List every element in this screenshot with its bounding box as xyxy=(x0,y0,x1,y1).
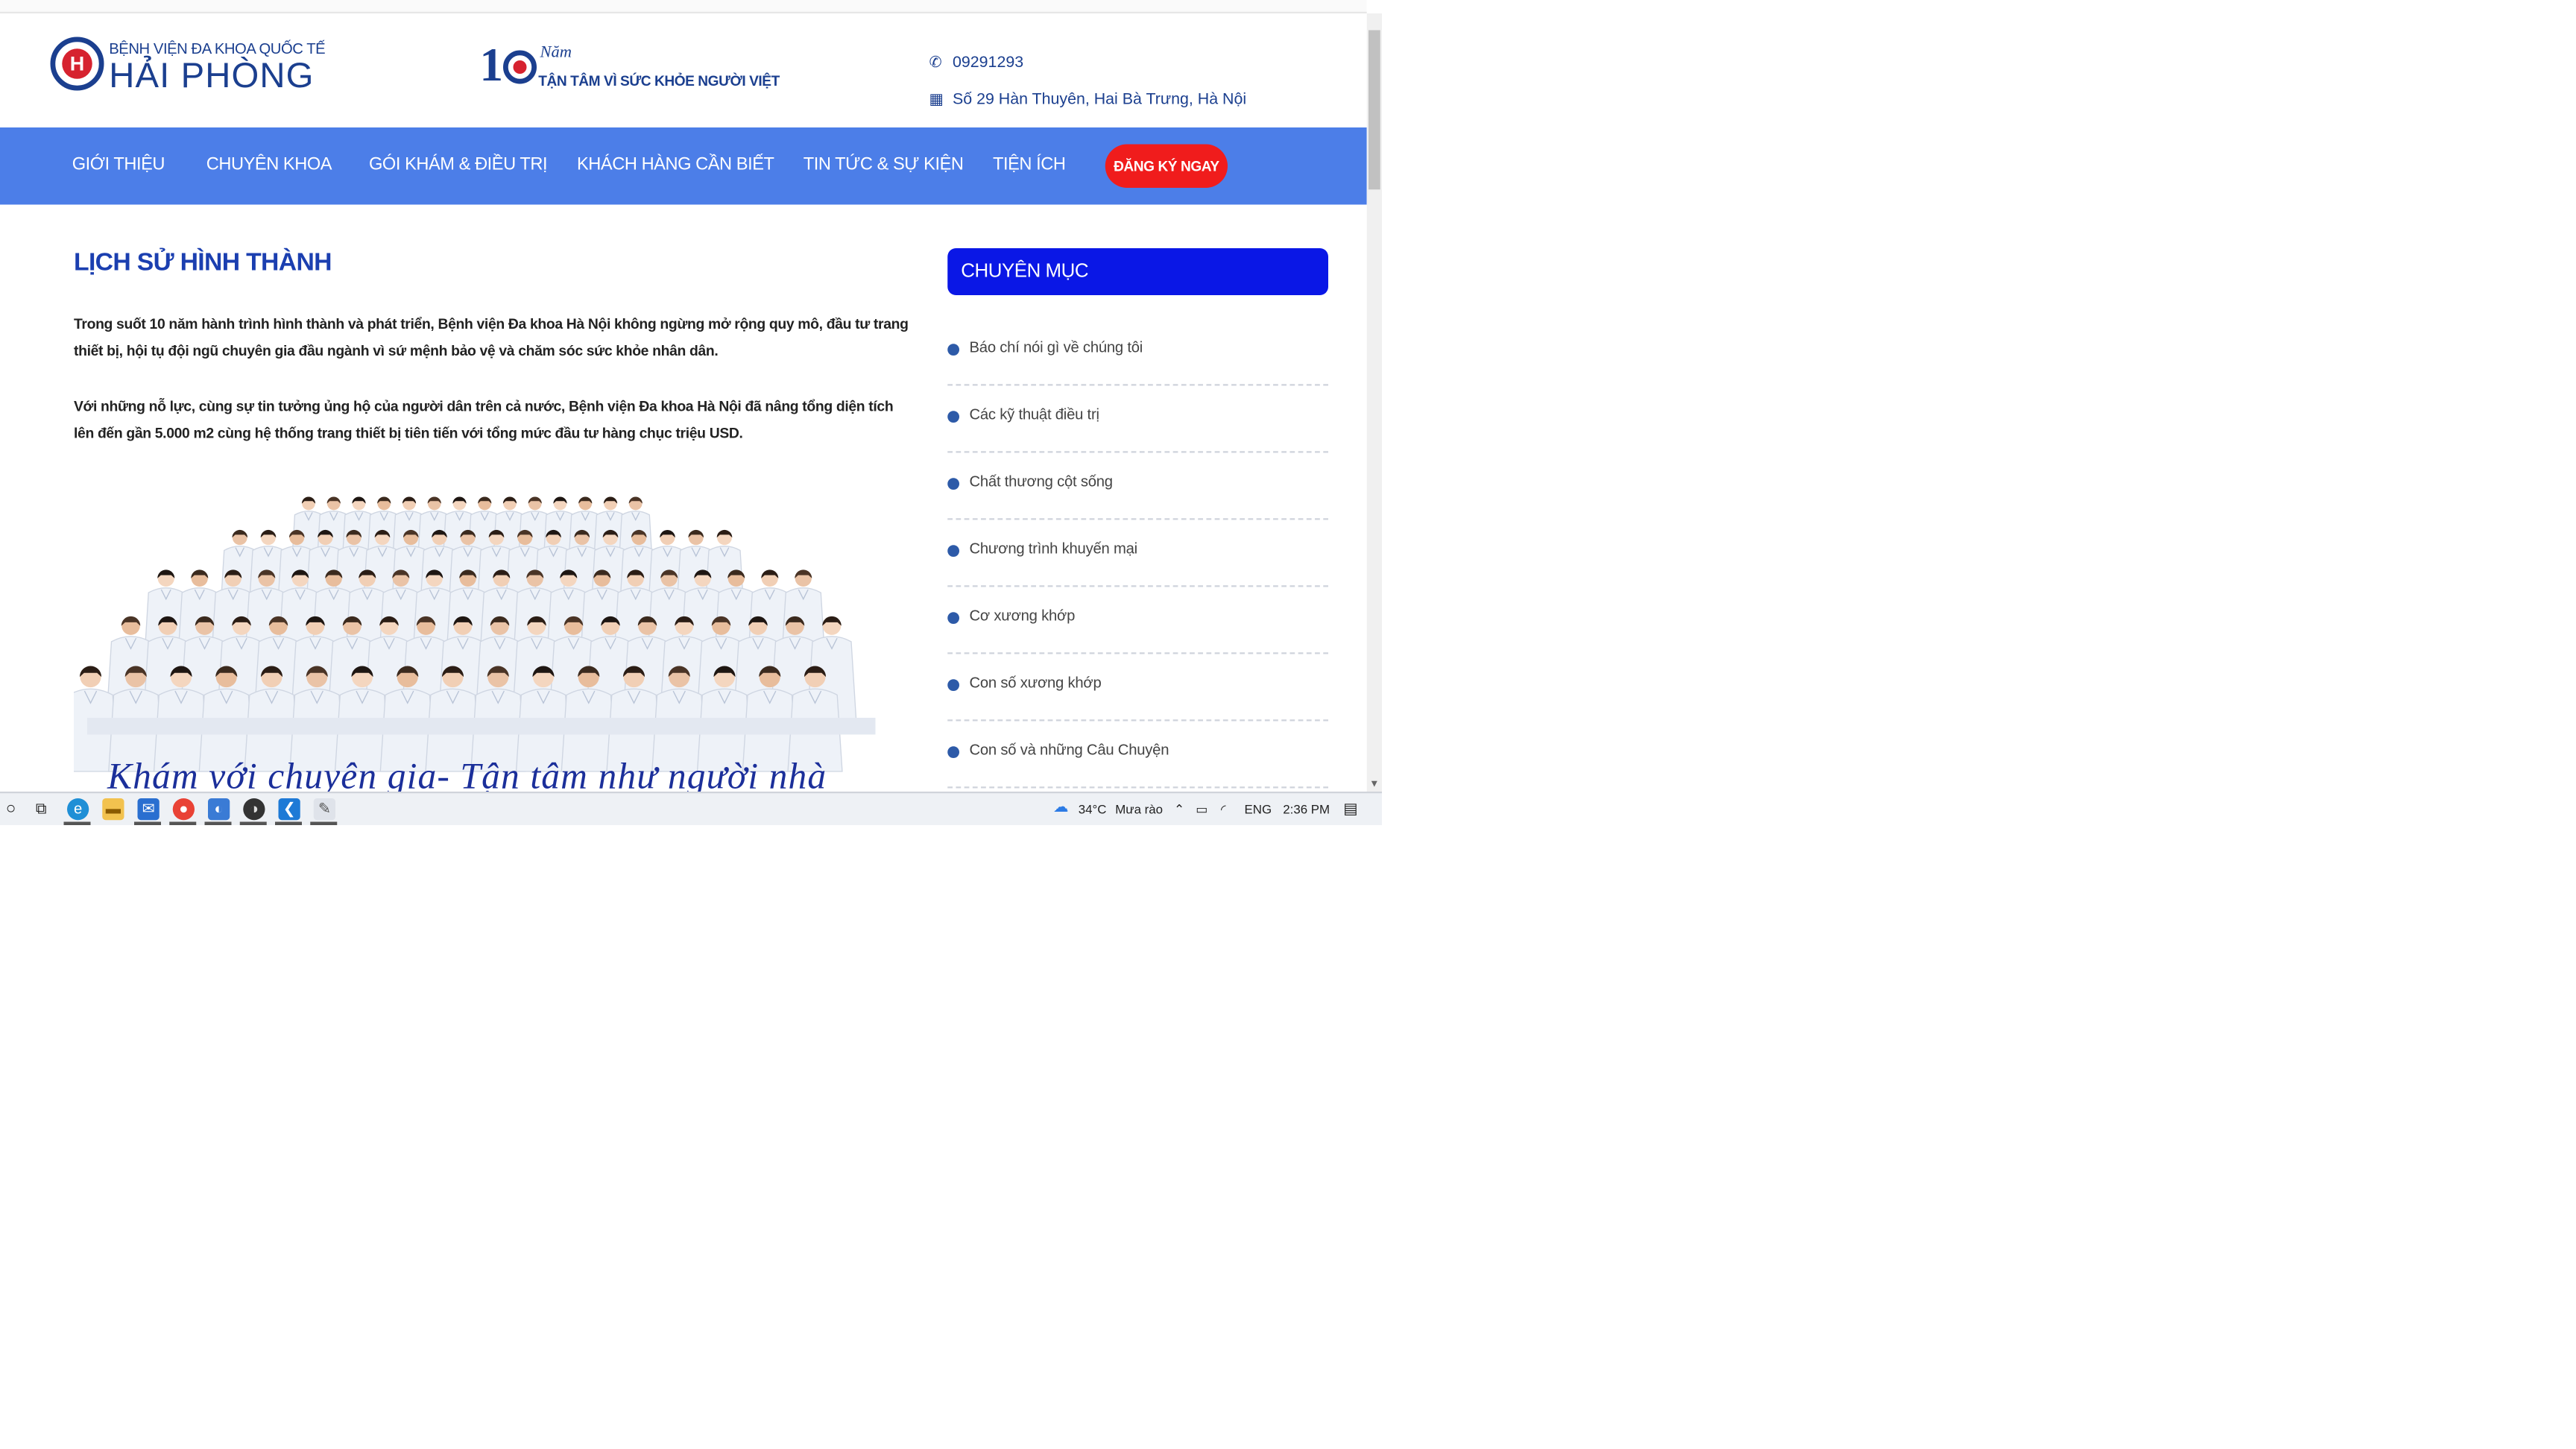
bullet-icon xyxy=(947,344,959,356)
browser-viewport: H BỆNH VIỆN ĐA KHOA QUỐC TẾ HẢI PHÒNG 1 … xyxy=(0,0,1382,825)
bullet-icon xyxy=(947,545,959,557)
taskbar-active-indicator xyxy=(169,821,197,825)
nav-item-goi-kham[interactable]: GÓI KHÁM & ĐIỀU TRỊ xyxy=(369,154,548,174)
web-page: H BỆNH VIỆN ĐA KHOA QUỐC TẾ HẢI PHÒNG 1 … xyxy=(0,0,1367,792)
battery-icon[interactable]: ▭ xyxy=(1196,802,1208,817)
browser-top-strip xyxy=(0,0,1367,13)
hospital-logo[interactable]: H BỆNH VIỆN ĐA KHOA QUỐC TẾ HẢI PHÒNG xyxy=(50,37,336,104)
page-title: LỊCH SỬ HÌNH THÀNH xyxy=(74,248,332,277)
edge-icon[interactable]: e xyxy=(67,798,89,821)
windows-taskbar: ○ ⧉ e ▬ ✉ ● ◐ ◑ ❮ ✎ ☁ 34°C Mưa rào ⌃ ▭ ◜… xyxy=(0,792,1382,825)
weather-icon[interactable]: ☁ xyxy=(1053,798,1068,817)
category-item[interactable]: Các kỹ thuật điều trị xyxy=(947,384,1328,453)
taskbar-active-indicator xyxy=(275,821,302,825)
page-scrollbar[interactable]: ▼ xyxy=(1366,13,1382,792)
category-label: Các kỹ thuật điều trị xyxy=(969,405,1099,423)
category-label: Con số và những Câu Chuyện xyxy=(969,741,1169,759)
chevron-up-icon[interactable]: ⌃ xyxy=(1174,802,1184,817)
vscode-icon[interactable]: ❮ xyxy=(278,798,300,821)
notification-icon[interactable]: ▤ xyxy=(1343,800,1357,818)
nav-item-chuyen-khoa[interactable]: CHUYÊN KHOA xyxy=(206,154,332,174)
task-view-icon[interactable]: ⧉ xyxy=(31,798,52,820)
badge-nam: Năm xyxy=(540,43,572,63)
logo-mark-icon: H xyxy=(50,37,104,91)
category-label: Báo chí nói gì về chúng tôi xyxy=(969,338,1143,356)
category-heading-label: CHUYÊN MỤC xyxy=(961,262,1089,282)
category-label: Chương trình khuyến mại xyxy=(969,540,1138,558)
file-explorer-icon[interactable]: ▬ xyxy=(102,798,124,821)
contact-address: ▦ Số 29 Hàn Thuyên, Hai Bà Trưng, Hà Nội xyxy=(929,91,1247,110)
mail-icon[interactable]: ✉ xyxy=(137,798,160,821)
category-heading: CHUYÊN MỤC xyxy=(947,248,1328,295)
photo-caption: Khám với chuyên gia- Tận tâm như người n… xyxy=(107,754,827,792)
register-now-button[interactable]: ĐĂNG KÝ NGAY xyxy=(1105,144,1228,188)
bullet-icon xyxy=(947,478,959,490)
scrollbar-thumb[interactable] xyxy=(1368,30,1380,190)
weather-temp[interactable]: 34°C xyxy=(1079,802,1107,817)
taskbar-active-indicator xyxy=(134,821,161,825)
nav-item-khach-hang[interactable]: KHÁCH HÀNG CẦN BIẾT xyxy=(577,154,774,174)
category-item[interactable]: Báo chí nói gì về chúng tôi xyxy=(947,317,1328,386)
category-label: Con số xương khớp xyxy=(969,674,1102,692)
nav-item-tin-tuc[interactable]: TIN TỨC & SỰ KIỆN xyxy=(804,154,964,174)
building-icon: ▦ xyxy=(929,90,944,108)
search-circle-icon[interactable]: ○ xyxy=(0,798,22,820)
badge-zero-icon xyxy=(503,50,537,84)
category-item[interactable]: Chất thương cột sống xyxy=(947,451,1328,520)
staff-illustration xyxy=(74,496,876,772)
browser-app-icon[interactable]: ◐ xyxy=(208,798,230,821)
logo-line1: BỆNH VIỆN ĐA KHOA QUỐC TẾ xyxy=(109,40,326,57)
category-item[interactable]: Con số xương khớp xyxy=(947,652,1328,722)
wifi-icon[interactable]: ◜ xyxy=(1221,802,1226,817)
site-header: H BỆNH VIỆN ĐA KHOA QUỐC TẾ HẢI PHÒNG 1 … xyxy=(0,13,1367,126)
category-label: Cơ xương khớp xyxy=(969,607,1076,625)
phone-icon: ✆ xyxy=(929,54,942,71)
bullet-icon xyxy=(947,746,959,758)
logo-line2: HẢI PHÒNG xyxy=(109,57,315,96)
bullet-icon xyxy=(947,612,959,624)
phone-number: 09291293 xyxy=(953,54,1024,72)
staff-group-photo: Khám với chuyên gia- Tận tâm như người n… xyxy=(74,466,896,792)
taskbar-active-indicator xyxy=(310,821,338,825)
history-paragraph-2: Với những nỗ lực, cùng sự tin tưởng ủng … xyxy=(74,397,894,441)
weather-text[interactable]: Mưa rào xyxy=(1115,802,1163,817)
crossed-arms-band xyxy=(87,718,876,735)
category-item[interactable]: Con số và những Câu Chuyện xyxy=(947,719,1328,789)
nav-item-gioi-thieu[interactable]: GIỚI THIỆU xyxy=(72,154,165,174)
taskbar-active-indicator xyxy=(204,821,232,825)
app-icon[interactable]: ◑ xyxy=(243,798,265,821)
scroll-down-arrow-icon[interactable]: ▼ xyxy=(1368,778,1380,792)
anniversary-badge: 1 Năm TẬN TÂM VÌ SỨC KHỎE NGƯỜI VIỆT xyxy=(480,40,780,98)
main-nav: GIỚI THIỆU CHUYÊN KHOA GÓI KHÁM & ĐIỀU T… xyxy=(0,127,1367,205)
category-item[interactable]: Chương trình khuyến mại xyxy=(947,518,1328,587)
history-paragraph-1: Trong suốt 10 năm hành trình hình thành … xyxy=(74,315,909,359)
notepad-icon[interactable]: ✎ xyxy=(313,798,335,821)
badge-number: 1 xyxy=(480,40,537,94)
category-item[interactable]: Cơ xương khớp xyxy=(947,585,1328,654)
contact-phone[interactable]: ✆ 09291293 xyxy=(929,54,1024,72)
address-text: Số 29 Hàn Thuyên, Hai Bà Trưng, Hà Nội xyxy=(953,90,1247,110)
category-label: Chất thương cột sống xyxy=(969,473,1114,490)
taskbar-active-indicator xyxy=(63,821,91,825)
nav-item-tien-ich[interactable]: TIỆN ÍCH xyxy=(993,154,1066,174)
chrome-icon[interactable]: ● xyxy=(172,798,195,821)
taskbar-active-indicator xyxy=(239,821,267,825)
clock-time[interactable]: 2:36 PM xyxy=(1283,802,1330,817)
bullet-icon xyxy=(947,411,959,423)
language-indicator[interactable]: ENG xyxy=(1245,802,1272,817)
bullet-icon xyxy=(947,679,959,691)
badge-slogan: TẬN TÂM VÌ SỨC KHỎE NGƯỜI VIỆT xyxy=(538,72,780,89)
